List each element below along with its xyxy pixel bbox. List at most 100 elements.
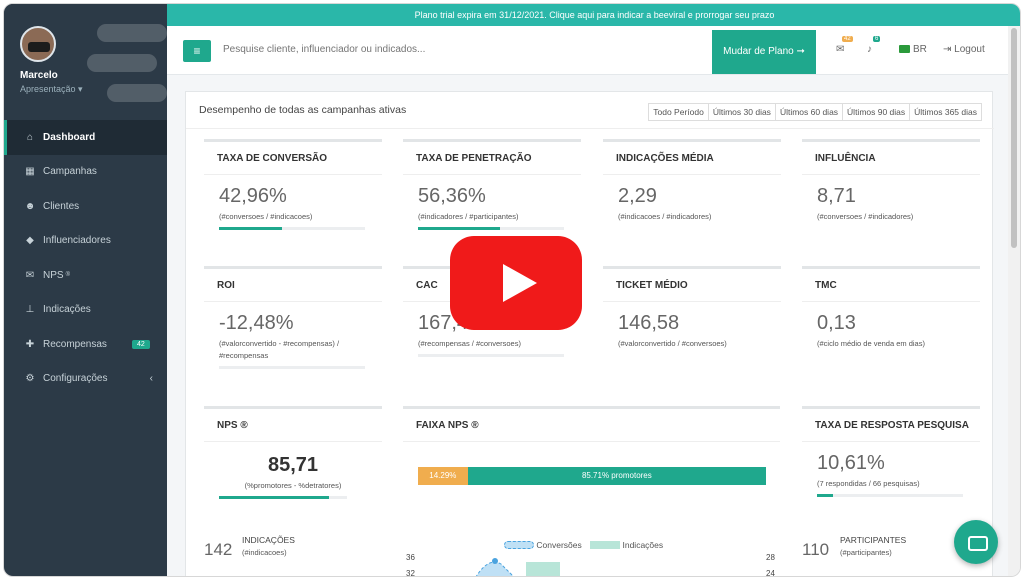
- period-60[interactable]: Últimos 60 dias: [774, 103, 844, 121]
- grid-icon: ▦: [25, 166, 35, 178]
- bell-icon[interactable]: ♪ 6: [867, 36, 881, 55]
- period-365[interactable]: Últimos 365 dias: [909, 103, 982, 121]
- kpi-formula: (#conversoes / #indicacoes): [219, 212, 313, 221]
- kpi-label: NPS ®: [217, 420, 248, 431]
- kpi-progress: [418, 227, 564, 230]
- mail-badge: 42: [842, 36, 853, 42]
- kpi-value: 110: [802, 540, 830, 559]
- menu-toggle-button[interactable]: ≡: [183, 40, 211, 62]
- kpi-card-roi: ROI -12,48% (#valorconvertido - #recompe…: [204, 266, 382, 369]
- kpi-formula: (#indicadores / #participantes): [418, 212, 519, 221]
- sidebar-item-influenciadores[interactable]: ◆ Influenciadores: [4, 224, 167, 259]
- kpi-card-influencia: INFLUÊNCIA 8,71 (#conversoes / #indicado…: [802, 139, 980, 223]
- kpi-participantes-total: 110 PARTICIPANTES (#participantes): [802, 535, 906, 560]
- scrollbar-thumb[interactable]: [1011, 28, 1017, 248]
- sidebar-item-label: Dashboard: [43, 131, 96, 143]
- mail-icon[interactable]: ✉ 42: [836, 36, 853, 55]
- scrollbar[interactable]: [1008, 26, 1020, 576]
- kpi-formula: (#conversoes / #indicadores): [817, 212, 914, 221]
- kpi-formula: (#indicacoes): [242, 548, 287, 557]
- recompensas-badge: 42: [132, 339, 150, 349]
- sidebar: Marcelo Apresentação ▾ ⌂ Dashboard ▦ Campa…: [4, 4, 167, 576]
- sidebar-item-recompensas[interactable]: ✚ Recompensas 42: [4, 327, 167, 362]
- kpi-value: 142: [204, 540, 233, 559]
- kpi-progress: [418, 354, 564, 357]
- kpi-formula: (#valorconvertido / #conversoes): [618, 339, 727, 348]
- nps-promoters-segment: 85.71% promotores: [467, 467, 766, 485]
- kpi-label: PARTICIPANTES: [840, 535, 907, 545]
- kpi-progress: [219, 227, 365, 230]
- kpi-card-conversao: TAXA DE CONVERSÃO 42,96% (#conversoes / …: [204, 139, 382, 230]
- kpi-label: TMC: [815, 280, 837, 291]
- registered-mark: ®: [65, 272, 70, 279]
- legend-label-conversoes: Conversões: [536, 540, 582, 550]
- gears-icon: ⚙: [25, 373, 35, 385]
- search-input[interactable]: [223, 44, 523, 55]
- nps-range-bar: 14.29% 85.71% promotores: [418, 467, 766, 485]
- kpi-progress: [817, 494, 963, 497]
- sitemap-icon: ⊥: [25, 304, 35, 316]
- bell-badge: 6: [873, 36, 881, 42]
- sidebar-item-label: Clientes: [43, 200, 80, 212]
- sidebar-item-clientes[interactable]: ☻ Clientes: [4, 189, 167, 224]
- legend-label-indicacoes: Indicações: [622, 540, 664, 550]
- period-90[interactable]: Últimos 90 dias: [842, 103, 911, 121]
- sidebar-item-configuracoes[interactable]: ⚙ Configurações ‹: [4, 362, 167, 397]
- kpi-label: TAXA DE CONVERSÃO: [217, 153, 328, 164]
- kpi-progress-fill: [418, 227, 500, 230]
- sidebar-item-indicacoes[interactable]: ⊥ Indicações: [4, 293, 167, 328]
- chevron-left-icon: ‹: [149, 373, 153, 385]
- kpi-card-nps: NPS ® 85,71 (%promotores - %detratores): [204, 406, 382, 499]
- user-role-dropdown[interactable]: Apresentação ▾: [20, 84, 83, 95]
- change-plan-button[interactable]: Mudar de Plano ➞: [712, 30, 816, 74]
- sidebar-item-label: Recompensas: [43, 338, 107, 350]
- kpi-label: INFLUÊNCIA: [815, 153, 876, 164]
- kpi-card-tmc: TMC 0,13 (#ciclo médio de venda em dias): [802, 266, 980, 350]
- user-profile: Marcelo Apresentação ▾: [4, 4, 167, 120]
- chat-icon[interactable]: [954, 520, 998, 564]
- users-icon: ☻: [24, 200, 36, 212]
- kpi-formula: (7 respondidas / 66 pesquisas): [817, 479, 920, 488]
- brand-decoration-icon: [87, 24, 167, 102]
- sidebar-item-dashboard[interactable]: ⌂ Dashboard: [4, 120, 167, 155]
- language-selector[interactable]: BR: [899, 44, 927, 55]
- kpi-value: 42,96%: [219, 185, 287, 207]
- gift-icon: ✚: [25, 338, 35, 350]
- kpi-progress-fill: [219, 227, 282, 230]
- kpi-label: INDICAÇÕES: [242, 535, 295, 545]
- kpi-label: TICKET MÉDIO: [616, 280, 688, 291]
- sidebar-item-nps[interactable]: ✉ NPS ®: [4, 258, 167, 293]
- kpi-label: FAIXA NPS ®: [416, 420, 479, 431]
- chart-line-conversoes: [475, 558, 514, 576]
- kpi-progress-fill: [219, 496, 330, 499]
- panel-title: Desempenho de todas as campanhas ativas: [199, 104, 407, 116]
- logout-button[interactable]: ⇥ Logout: [943, 44, 985, 55]
- app-frame: Marcelo Apresentação ▾ ⌂ Dashboard ▦ Campa…: [3, 3, 1021, 577]
- kpi-formula: (#participantes): [840, 548, 892, 557]
- kpi-progress-fill: [817, 494, 834, 497]
- language-label: BR: [913, 44, 927, 55]
- period-all[interactable]: Todo Período: [648, 103, 709, 121]
- logout-label: Logout: [954, 44, 985, 55]
- y-tick-right-0: 28: [766, 553, 775, 562]
- chart-bar-indicacoes: [526, 562, 560, 576]
- y-tick-left-0: 36: [406, 553, 415, 562]
- video-play-icon[interactable]: [450, 236, 582, 330]
- sidebar-item-campanhas[interactable]: ▦ Campanhas: [4, 155, 167, 190]
- legend-swatch-conversoes: [504, 541, 534, 549]
- user-name: Marcelo: [20, 70, 58, 81]
- kpi-card-penetracao: TAXA DE PENETRAÇÃO 56,36% (#indicadores …: [403, 139, 581, 230]
- kpi-card-indicacoes-media: INDICAÇÕES MÉDIA 2,29 (#indicacoes / #in…: [603, 139, 781, 223]
- kpi-label: TAXA DE RESPOSTA PESQUISA: [815, 420, 969, 431]
- kpi-value: 146,58: [618, 312, 680, 334]
- period-30[interactable]: Últimos 30 dias: [707, 103, 776, 121]
- sidebar-item-label: Campanhas: [43, 166, 97, 178]
- kpi-card-faixa-nps: FAIXA NPS ®: [403, 406, 780, 442]
- sidebar-nav: ⌂ Dashboard ▦ Campanhas ☻ Clientes ◆ Influen…: [4, 120, 167, 396]
- trial-banner[interactable]: Plano trial expira em 31/12/2021. Clique…: [167, 4, 1020, 26]
- avatar[interactable]: [20, 26, 56, 62]
- sidebar-item-label: NPS: [43, 269, 64, 281]
- kpi-card-taxa-resposta: TAXA DE RESPOSTA PESQUISA 10,61% (7 resp…: [802, 406, 980, 497]
- kpi-formula: (#valorconvertido - #recompensas) / #rec…: [219, 339, 340, 360]
- kpi-label: INDICAÇÕES MÉDIA: [616, 153, 714, 164]
